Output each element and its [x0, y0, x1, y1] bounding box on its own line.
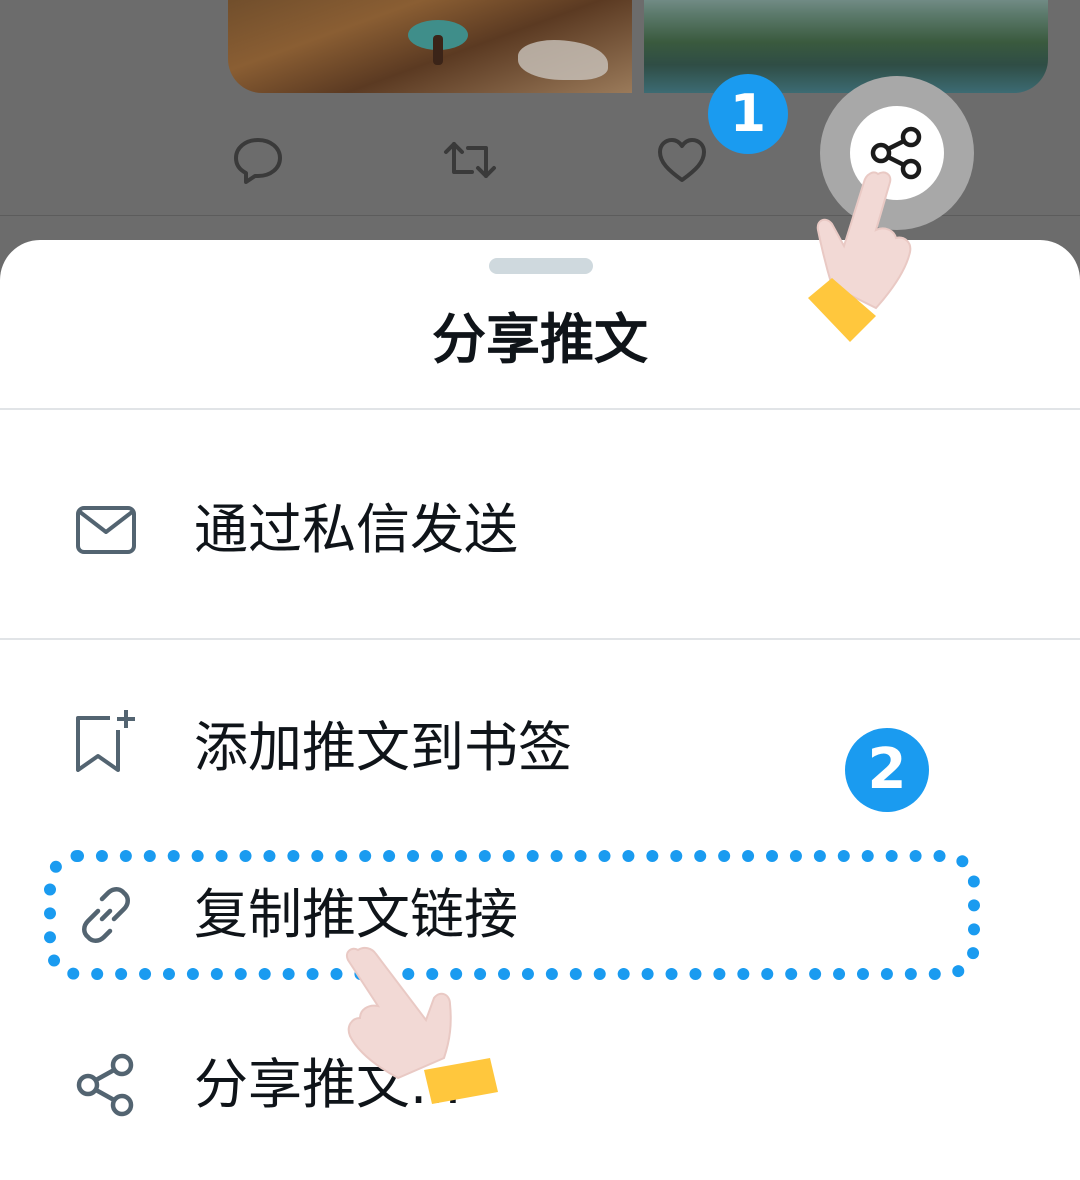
reply-icon[interactable]	[230, 132, 286, 188]
photo-hiker	[433, 35, 443, 65]
menu-item-send-dm[interactable]: 通过私信发送	[0, 470, 1080, 590]
share-icon	[74, 1053, 138, 1117]
menu-item-share-via[interactable]: 分享推文...	[0, 1025, 1080, 1145]
tweet-photo-mountain[interactable]	[228, 0, 632, 93]
pointing-hand-icon	[780, 160, 920, 350]
menu-item-label: 通过私信发送	[194, 498, 518, 561]
share-sheet: 分享推文 通过私信发送 添加推文到书签 复制推文链接 分享推文...	[0, 240, 1080, 1180]
copy-link-highlight-box	[44, 850, 980, 980]
photo-snow	[518, 40, 608, 80]
step-badge-1: 1	[708, 74, 788, 154]
bookmark-add-icon	[74, 708, 138, 772]
sheet-divider	[0, 408, 1080, 410]
sheet-divider	[0, 638, 1080, 640]
step-badge-2: 2	[845, 728, 929, 812]
pointing-hand-icon	[340, 940, 510, 1110]
tweet-photo-lake[interactable]	[644, 0, 1048, 93]
envelope-icon	[74, 498, 138, 562]
menu-item-label: 添加推文到书签	[194, 716, 572, 779]
like-icon[interactable]	[654, 132, 710, 188]
retweet-icon[interactable]	[442, 132, 498, 188]
sheet-grabber[interactable]	[489, 258, 593, 274]
